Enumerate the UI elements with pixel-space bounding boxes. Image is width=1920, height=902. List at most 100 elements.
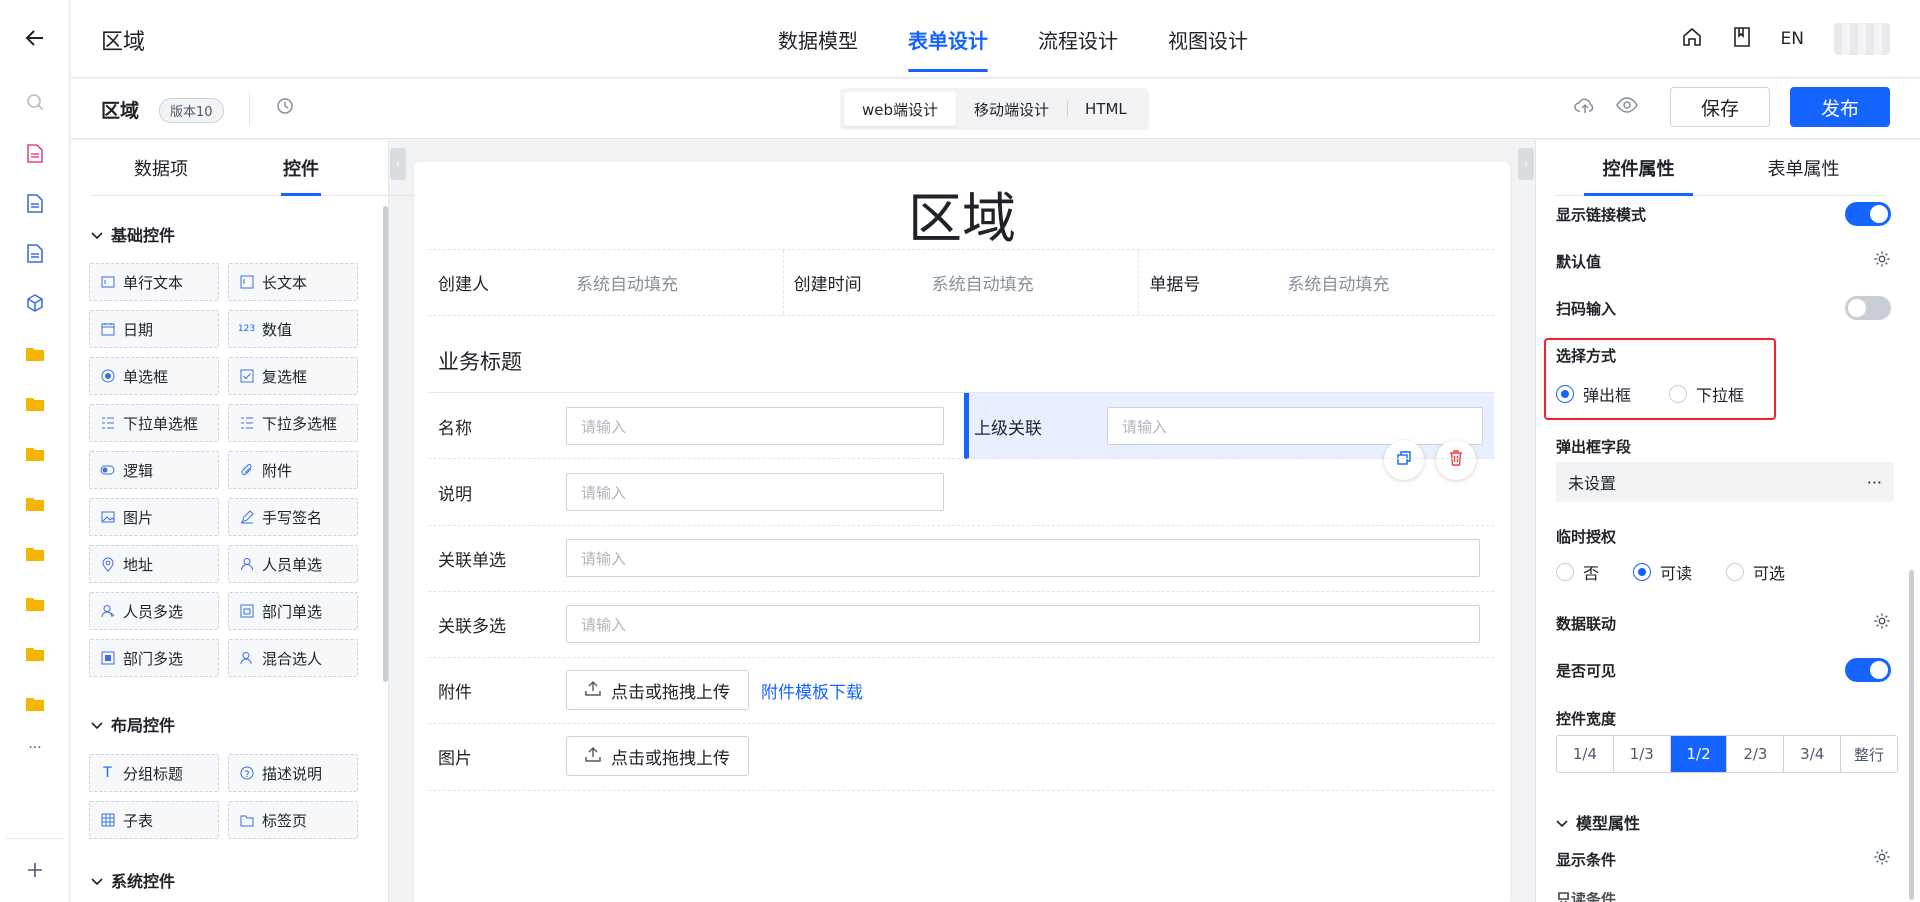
delete-field-button[interactable] bbox=[1436, 440, 1476, 480]
relation-multi-input[interactable]: 请输入 bbox=[566, 605, 1480, 643]
more-icon[interactable]: ··· bbox=[1867, 473, 1882, 492]
widget-radio[interactable]: 单选框 bbox=[89, 357, 219, 395]
width-option[interactable]: 整行 bbox=[1840, 736, 1897, 772]
widget-group-title[interactable]: T 分组标题 bbox=[89, 754, 219, 792]
tab-control-properties[interactable]: 控件属性 bbox=[1556, 140, 1721, 196]
folder-icon[interactable] bbox=[23, 541, 47, 565]
width-option[interactable]: 1/4 bbox=[1557, 736, 1613, 772]
name-input[interactable]: 请输入 bbox=[566, 407, 944, 445]
plus-icon[interactable] bbox=[23, 858, 47, 882]
mode-web[interactable]: web端设计 bbox=[844, 92, 957, 126]
tab-controls[interactable]: 控件 bbox=[231, 140, 371, 196]
folder-icon[interactable] bbox=[23, 341, 47, 365]
field-image[interactable]: 图片 点击或拖拽上传 bbox=[428, 724, 749, 788]
section-basic-controls[interactable]: 基础控件 bbox=[91, 222, 175, 246]
attachment-upload-button[interactable]: 点击或拖拽上传 bbox=[566, 670, 749, 710]
cube-icon[interactable] bbox=[23, 291, 47, 315]
info-created-time[interactable]: 创建时间 系统自动填充 bbox=[784, 250, 1140, 314]
field-name[interactable]: 名称 请输入 bbox=[428, 394, 944, 458]
cloud-upload-icon[interactable] bbox=[1574, 96, 1596, 118]
widget-user-single[interactable]: 人员单选 bbox=[228, 545, 358, 583]
widget-dropdown-multi[interactable]: 下拉多选框 bbox=[228, 404, 358, 442]
widget-mixed-user[interactable]: 混合选人 bbox=[228, 639, 358, 677]
field-relation-single[interactable]: 关联单选 请输入 bbox=[428, 526, 1480, 590]
widget-dept-multi[interactable]: 部门多选 bbox=[89, 639, 219, 677]
info-creator[interactable]: 创建人 系统自动填充 bbox=[428, 250, 784, 314]
radio-auth-select[interactable]: 可选 bbox=[1726, 560, 1785, 584]
field-attachment[interactable]: 附件 点击或拖拽上传 附件模板下载 bbox=[428, 658, 863, 722]
document-pink-icon[interactable] bbox=[23, 141, 47, 165]
tab-data-items[interactable]: 数据项 bbox=[91, 140, 231, 195]
scan-input-toggle[interactable] bbox=[1845, 296, 1891, 320]
avatar[interactable] bbox=[1834, 23, 1890, 55]
field-relation-multi[interactable]: 关联多选 请输入 bbox=[428, 592, 1480, 656]
business-title[interactable]: 业务标题 bbox=[438, 346, 522, 376]
width-option[interactable]: 1/3 bbox=[1612, 736, 1670, 772]
widget-number[interactable]: 123 数值 bbox=[228, 310, 358, 348]
nav-tab-flow-design[interactable]: 流程设计 bbox=[1013, 0, 1143, 78]
collapse-left-handle[interactable]: ‹ bbox=[390, 148, 406, 180]
widget-address[interactable]: 地址 bbox=[89, 545, 219, 583]
nav-tab-form-design[interactable]: 表单设计 bbox=[883, 0, 1013, 78]
info-doc-number[interactable]: 单据号 系统自动填充 bbox=[1139, 250, 1494, 314]
tab-form-properties[interactable]: 表单属性 bbox=[1721, 140, 1886, 195]
folder-icon[interactable] bbox=[23, 491, 47, 515]
widget-signature[interactable]: 手写签名 bbox=[228, 498, 358, 536]
widget-dropdown-single[interactable]: 下拉单选框 bbox=[89, 404, 219, 442]
folder-icon[interactable] bbox=[23, 691, 47, 715]
collapse-right-handle[interactable]: › bbox=[1518, 148, 1534, 180]
widget-attachment[interactable]: 附件 bbox=[228, 451, 358, 489]
image-upload-button[interactable]: 点击或拖拽上传 bbox=[566, 736, 749, 776]
nav-tab-view-design[interactable]: 视图设计 bbox=[1143, 0, 1273, 78]
section-layout-controls[interactable]: 布局控件 bbox=[91, 712, 175, 736]
widget-subtable[interactable]: 子表 bbox=[89, 801, 219, 839]
home-icon[interactable] bbox=[1681, 26, 1703, 52]
folder-icon[interactable] bbox=[23, 391, 47, 415]
language-switch[interactable]: EN bbox=[1781, 29, 1804, 49]
document-icon[interactable] bbox=[23, 191, 47, 215]
widget-user-multi[interactable]: 人员多选 bbox=[89, 592, 219, 630]
widget-image[interactable]: 图片 bbox=[89, 498, 219, 536]
show-link-mode-toggle[interactable] bbox=[1845, 202, 1891, 226]
widget-tabs[interactable]: 标签页 bbox=[228, 801, 358, 839]
template-download-link[interactable]: 附件模板下载 bbox=[761, 678, 863, 703]
mode-mobile[interactable]: 移动端设计 bbox=[956, 92, 1067, 126]
widget-logic[interactable]: 逻辑 bbox=[89, 451, 219, 489]
copy-field-button[interactable] bbox=[1384, 440, 1424, 480]
gear-icon[interactable] bbox=[1873, 250, 1891, 272]
visible-toggle[interactable] bbox=[1845, 658, 1891, 682]
folder-icon[interactable] bbox=[23, 441, 47, 465]
folder-icon[interactable] bbox=[23, 641, 47, 665]
version-badge[interactable]: 版本10 bbox=[159, 98, 224, 123]
widget-single-text[interactable]: 单行文本 bbox=[89, 263, 219, 301]
nav-tab-data-model[interactable]: 数据模型 bbox=[753, 0, 883, 78]
book-icon[interactable] bbox=[1733, 26, 1751, 52]
widget-panel-scrollbar[interactable] bbox=[383, 206, 388, 682]
folder-icon[interactable] bbox=[23, 591, 47, 615]
radio-auth-read[interactable]: 可读 bbox=[1633, 560, 1692, 584]
document-icon[interactable] bbox=[23, 241, 47, 265]
width-option[interactable]: 2/3 bbox=[1726, 736, 1783, 772]
gear-icon[interactable] bbox=[1873, 848, 1891, 870]
parent-input[interactable]: 请输入 bbox=[1107, 407, 1483, 445]
width-option[interactable]: 3/4 bbox=[1783, 736, 1840, 772]
width-option[interactable]: 1/2 bbox=[1669, 736, 1727, 772]
description-input[interactable]: 请输入 bbox=[566, 473, 944, 511]
widget-description[interactable]: 描述说明 bbox=[228, 754, 358, 792]
section-model-properties[interactable]: 模型属性 bbox=[1556, 810, 1640, 834]
popup-fields-selector[interactable]: 未设置 ··· bbox=[1556, 462, 1894, 502]
history-icon[interactable] bbox=[276, 97, 294, 119]
property-panel-scrollbar[interactable] bbox=[1909, 570, 1914, 900]
back-arrow-icon[interactable] bbox=[23, 26, 47, 50]
gear-icon[interactable] bbox=[1873, 612, 1891, 634]
search-icon[interactable] bbox=[23, 90, 47, 114]
section-system-controls[interactable]: 系统控件 bbox=[91, 868, 175, 892]
mode-html[interactable]: HTML bbox=[1067, 92, 1145, 126]
widget-checkbox[interactable]: 复选框 bbox=[228, 357, 358, 395]
widget-date[interactable]: 日期 bbox=[89, 310, 219, 348]
save-button[interactable]: 保存 bbox=[1669, 87, 1770, 127]
publish-button[interactable]: 发布 bbox=[1789, 87, 1890, 127]
preview-eye-icon[interactable] bbox=[1616, 97, 1638, 117]
widget-dept-single[interactable]: 部门单选 bbox=[228, 592, 358, 630]
relation-single-input[interactable]: 请输入 bbox=[566, 539, 1480, 577]
